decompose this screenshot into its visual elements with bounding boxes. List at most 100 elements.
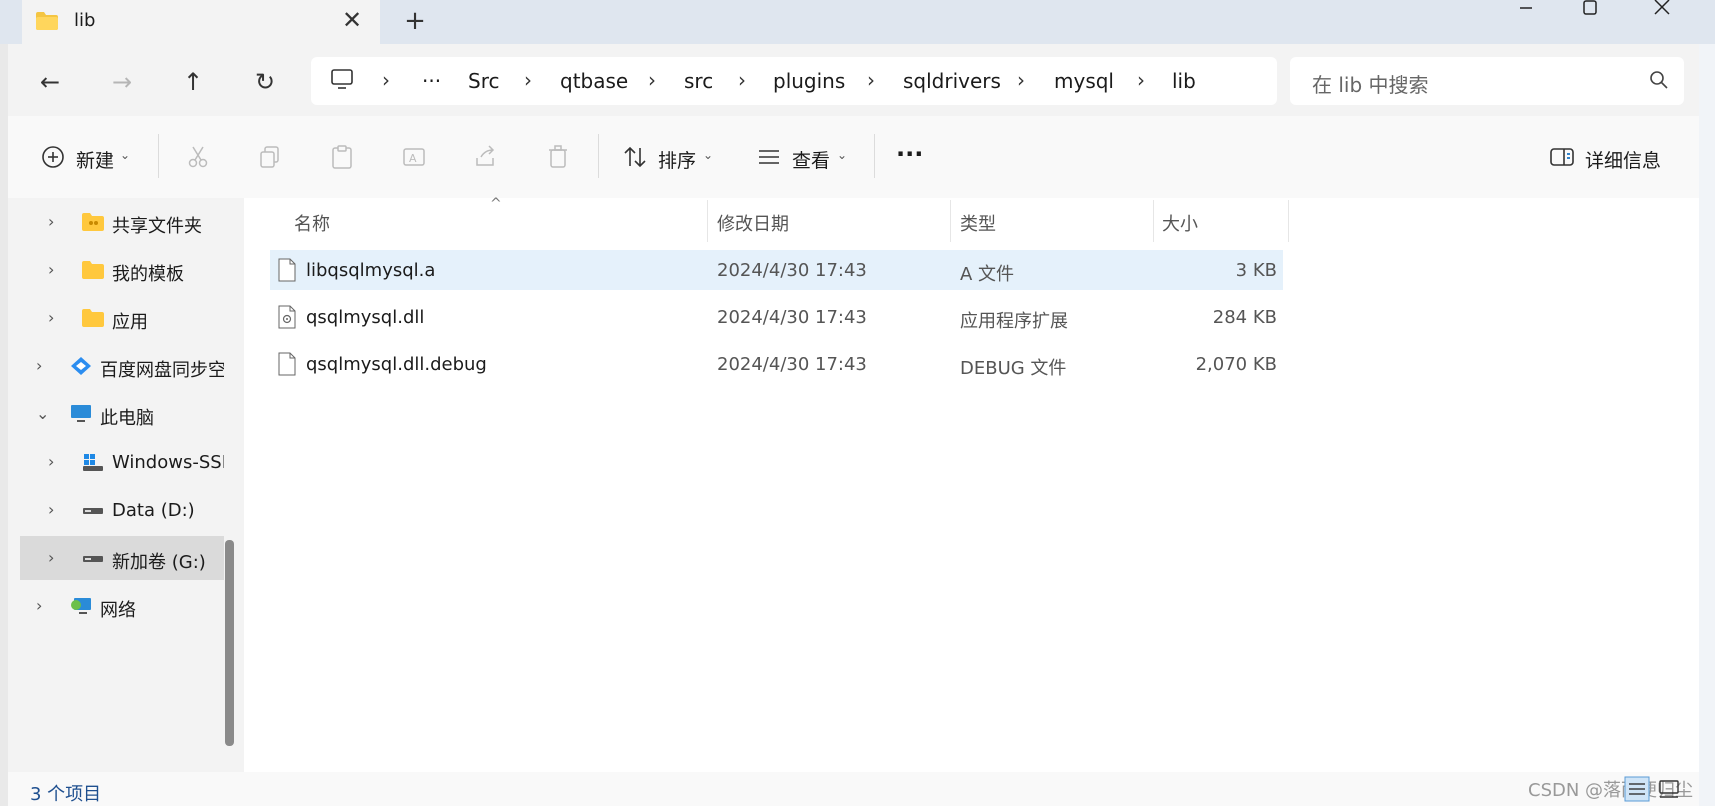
sidebar-item-shared-folder[interactable]: › 共享文件夹 [20,200,224,244]
view-button[interactable]: 查看 [792,146,830,173]
thumbnail-view-icon[interactable] [1656,776,1682,802]
sidebar-item-data-d[interactable]: › Data (D:) [20,488,224,532]
window-tab[interactable]: lib ✕ [22,0,380,44]
breadcrumb-separator: › [382,68,390,92]
file-name: libqsqlmysql.a [306,260,436,281]
cut-icon[interactable] [185,144,211,170]
rename-icon[interactable]: A [401,144,427,170]
more-options-button[interactable]: ··· [896,140,923,168]
chevron-right-icon[interactable]: › [48,260,64,279]
details-button[interactable]: 详细信息 [1585,146,1661,173]
sidebar-item-label: 我的模板 [112,264,184,285]
folder-icon [36,12,58,30]
sort-icon[interactable] [622,144,648,170]
chevron-right-icon[interactable]: › [48,452,64,471]
sidebar-item-label: 新加卷 (G:) [112,552,206,573]
column-header-type[interactable]: 类型 [960,210,996,236]
file-modified: 2024/4/30 17:43 [717,307,867,328]
column-divider[interactable] [950,200,951,242]
column-divider[interactable] [707,200,708,242]
paste-icon[interactable] [329,144,355,170]
breadcrumb-separator: › [1017,68,1025,92]
new-icon[interactable] [40,144,66,170]
chevron-down-icon[interactable]: ⌄ [837,148,847,162]
breadcrumb-separator: › [648,68,656,92]
drive-icon [83,556,103,562]
sidebar-item-this-pc[interactable]: ⌄ 此电脑 [20,392,224,436]
dll-file-icon [278,305,296,329]
search-placeholder: 在 lib 中搜索 [1312,73,1429,97]
close-window-icon[interactable] [1634,0,1690,20]
column-header-size[interactable]: 大小 [1162,210,1198,236]
chevron-right-icon[interactable]: › [48,308,64,327]
search-input[interactable]: 在 lib 中搜索 [1290,57,1684,105]
sidebar-item-network[interactable]: › 网络 [20,584,224,628]
sidebar-item-apps[interactable]: › 应用 [20,296,224,340]
refresh-button[interactable]: ↻ [247,64,283,100]
chevron-down-icon[interactable]: ⌄ [36,404,52,423]
column-header-modified[interactable]: 修改日期 [717,210,789,236]
chevron-right-icon[interactable]: › [36,356,52,375]
new-tab-button[interactable]: + [400,6,430,36]
this-pc-icon[interactable] [330,69,354,91]
up-button[interactable]: ↑ [175,64,211,100]
sidebar-item-label: 共享文件夹 [112,216,202,237]
sidebar-item-baidu-netdisk[interactable]: › 百度网盘同步空间 [20,344,224,388]
breadcrumb-item-plugins[interactable]: plugins [773,69,845,93]
breadcrumb-item-src[interactable]: src [684,69,713,93]
folder-icon [82,261,104,279]
sidebar-item-label: 应用 [112,312,148,333]
sidebar-item-new-volume-g[interactable]: › 新加卷 (G:) [20,536,224,580]
column-divider[interactable] [1288,200,1289,242]
breadcrumb-overflow[interactable]: ··· [422,69,441,93]
chevron-down-icon[interactable]: ⌄ [703,148,713,162]
windows-drive-icon [83,454,103,471]
navigation-scrollbar[interactable] [225,540,234,746]
file-row[interactable]: qsqlmysql.dll.debug 2024/4/30 17:43 DEBU… [270,344,1283,384]
view-icon[interactable] [756,144,782,170]
navigation-pane: › 共享文件夹 › 我的模板 › 应用 › 百度网盘同步空间 ⌄ 此 [8,198,244,772]
search-icon[interactable] [1648,69,1670,91]
sidebar-item-my-templates[interactable]: › 我的模板 [20,248,224,292]
chevron-right-icon[interactable]: › [48,548,64,567]
file-row[interactable]: libqsqlmysql.a 2024/4/30 17:43 A 文件 3 KB [270,250,1283,290]
back-button[interactable]: ← [32,64,68,100]
chevron-down-icon[interactable]: ⌄ [120,148,130,162]
status-bar [8,772,1699,806]
item-count: 3 个项目 [30,784,102,805]
sort-button[interactable]: 排序 [658,146,696,173]
chevron-right-icon[interactable]: › [48,212,64,231]
file-type: A 文件 [960,264,1015,285]
file-name: qsqlmysql.dll.debug [306,354,487,375]
breadcrumb-item-lib[interactable]: lib [1172,69,1196,93]
chevron-right-icon[interactable]: › [36,596,52,615]
delete-icon[interactable] [545,144,571,170]
file-name: qsqlmysql.dll [306,307,425,328]
sidebar-item-label: Windows-SSD [112,452,224,473]
file-type: DEBUG 文件 [960,358,1067,379]
chevron-right-icon[interactable]: › [48,500,64,519]
tab-title: lib [74,10,96,31]
column-header-name[interactable]: 名称 [294,210,330,236]
file-row[interactable]: qsqlmysql.dll 2024/4/30 17:43 应用程序扩展 284… [270,297,1283,337]
breadcrumb-separator: › [738,68,746,92]
maximize-icon[interactable] [1562,0,1618,20]
details-pane-icon[interactable] [1549,144,1575,170]
details-view-icon[interactable] [1624,776,1650,802]
close-tab-icon[interactable]: ✕ [338,6,366,34]
breadcrumb-item-src-root[interactable]: Src [468,69,499,93]
forward-button[interactable]: → [104,64,140,100]
column-divider[interactable] [1153,200,1154,242]
minimize-icon[interactable] [1498,0,1554,20]
breadcrumb-item-qtbase[interactable]: qtbase [560,69,628,93]
toolbar-divider [874,134,875,178]
share-icon[interactable] [473,144,499,170]
new-button[interactable]: 新建 [76,146,114,173]
file-modified: 2024/4/30 17:43 [717,260,867,281]
shared-folder-icon [82,213,104,231]
breadcrumb-item-mysql[interactable]: mysql [1054,69,1114,93]
copy-icon[interactable] [257,144,283,170]
file-type: 应用程序扩展 [960,311,1068,332]
sidebar-item-windows-ssd[interactable]: › Windows-SSD [20,440,224,484]
breadcrumb-item-sqldrivers[interactable]: sqldrivers [903,69,1001,93]
